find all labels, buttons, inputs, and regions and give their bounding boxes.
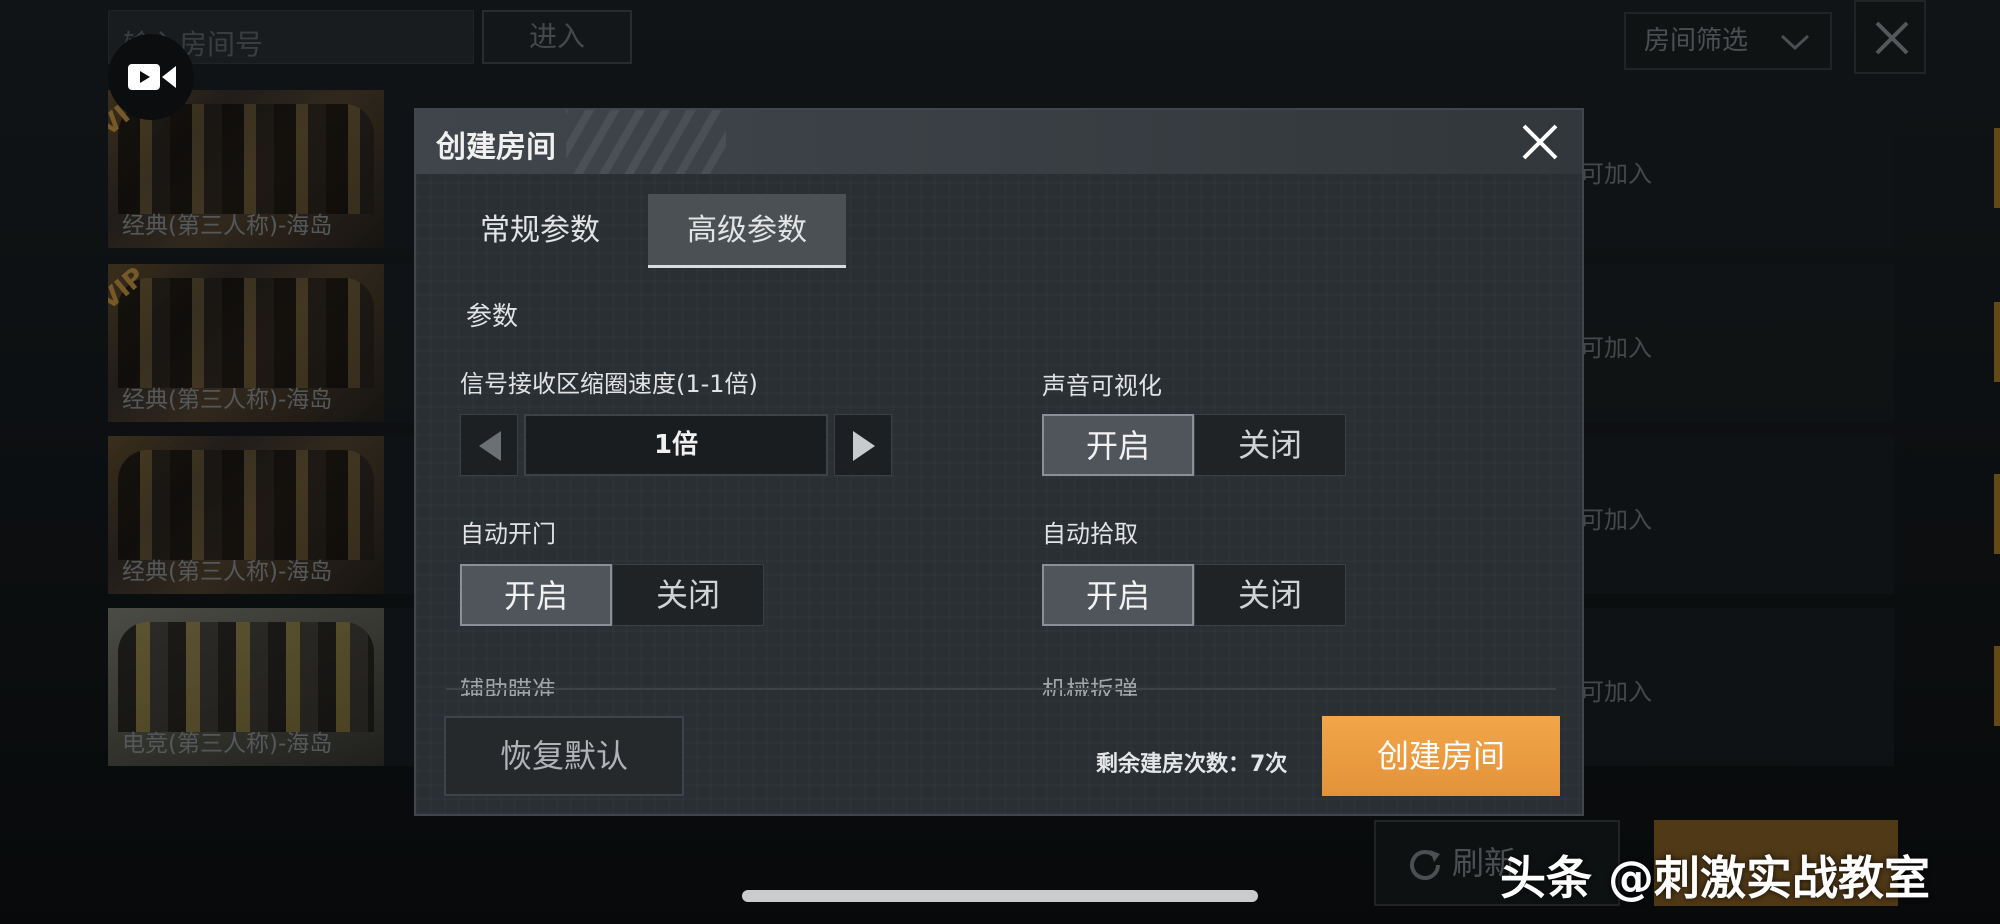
auto-pickup-off-option[interactable]: 关闭 bbox=[1194, 564, 1346, 626]
auto-pickup-label: 自动拾取 bbox=[1042, 520, 1138, 548]
auto-door-off-option[interactable]: 关闭 bbox=[612, 564, 764, 626]
arrow-right-icon bbox=[853, 431, 875, 461]
dialog-header: 创建房间 bbox=[416, 110, 1582, 174]
auto-door-on-option[interactable]: 开启 bbox=[460, 564, 612, 626]
auto-door-toggle: 开启 关闭 bbox=[460, 564, 764, 626]
watermark: 头条 @刺激实战教室 bbox=[1500, 851, 1931, 905]
create-room-dialog: 创建房间 常规参数 高级参数 参数 信号接收区缩圈速度(1-1倍) 1倍 声音可… bbox=[414, 108, 1584, 816]
video-camera-icon bbox=[128, 64, 176, 90]
auto-pickup-on-option[interactable]: 开启 bbox=[1042, 564, 1194, 626]
create-room-button[interactable]: 创建房间 bbox=[1322, 716, 1560, 796]
remaining-count-text: 剩余建房次数：7次 bbox=[1096, 752, 1288, 777]
sound-visual-on-option[interactable]: 开启 bbox=[1042, 414, 1194, 476]
tab-advanced-params[interactable]: 高级参数 bbox=[648, 194, 846, 268]
increase-button[interactable] bbox=[834, 414, 892, 476]
home-indicator[interactable] bbox=[742, 890, 1258, 902]
auto-door-label: 自动开门 bbox=[460, 520, 556, 548]
tab-general-params[interactable]: 常规参数 bbox=[442, 194, 638, 268]
shrink-speed-value: 1倍 bbox=[524, 414, 828, 476]
screen-record-button[interactable] bbox=[108, 34, 194, 120]
sound-visual-toggle: 开启 关闭 bbox=[1042, 414, 1346, 476]
dialog-title: 创建房间 bbox=[436, 130, 556, 165]
restore-default-button[interactable]: 恢复默认 bbox=[444, 716, 684, 796]
decrease-button[interactable] bbox=[460, 414, 518, 476]
mech-reload-label: 机械扳弹 bbox=[1042, 676, 1138, 696]
arrow-left-icon bbox=[479, 431, 501, 461]
sound-visual-off-option[interactable]: 关闭 bbox=[1194, 414, 1346, 476]
section-title: 参数 bbox=[466, 302, 519, 332]
close-icon[interactable] bbox=[1520, 122, 1560, 162]
aim-assist-label: 辅助瞄准 bbox=[460, 676, 556, 696]
auto-pickup-toggle: 开启 关闭 bbox=[1042, 564, 1346, 626]
sound-visual-label: 声音可视化 bbox=[1042, 372, 1162, 400]
scroll-overflow-area[interactable]: 辅助瞄准 机械扳弹 bbox=[446, 666, 1556, 696]
shrink-speed-label: 信号接收区缩圈速度(1-1倍) bbox=[460, 370, 758, 398]
shrink-speed-stepper: 1倍 bbox=[460, 414, 892, 476]
footer-divider bbox=[446, 688, 1556, 690]
